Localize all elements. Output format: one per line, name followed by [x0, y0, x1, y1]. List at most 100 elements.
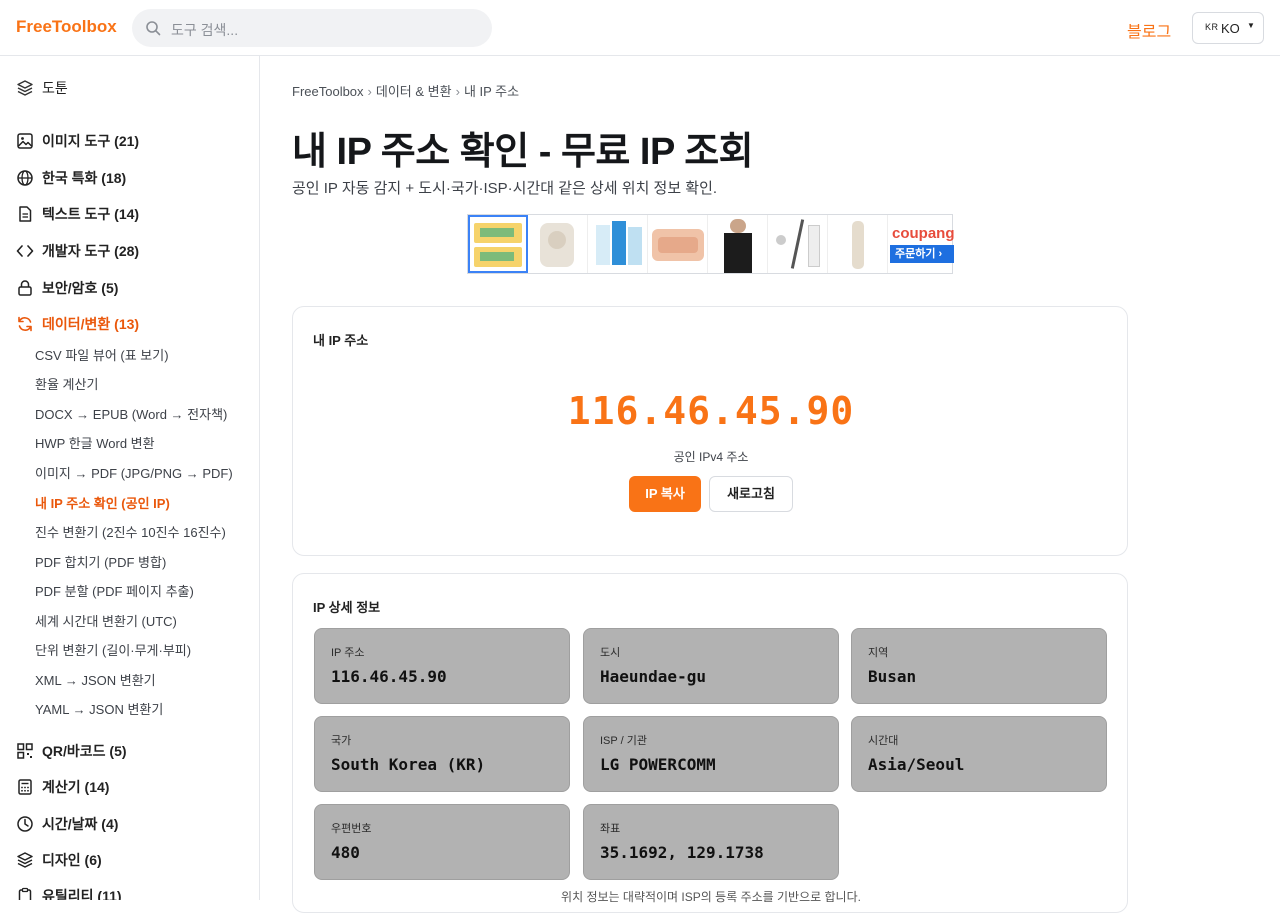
ip-address-display: 116.46.45.90 [567, 389, 855, 433]
detail-value: 480 [331, 843, 360, 862]
detail-value: 116.46.45.90 [331, 667, 447, 686]
sidebar-subitem[interactable]: HWP 한글 Word 변환 [35, 434, 155, 454]
breadcrumb-separator: › [367, 84, 372, 99]
search-input[interactable]: 도구 검색... [132, 9, 492, 47]
breadcrumb-link[interactable]: 데이터 & 변환 [376, 84, 452, 99]
language-selector[interactable]: KR KO ▼ [1192, 12, 1264, 44]
detail-tile-coordinates: 좌표 35.1692, 129.1738 [583, 804, 839, 880]
detail-label: 우편번호 [331, 823, 372, 835]
breadcrumb-link[interactable]: FreeToolbox [292, 84, 364, 99]
sidebar-item-image-tools[interactable]: 이미지 도구 (21) [16, 130, 139, 152]
sidebar-item-korea[interactable]: 한국 특화 (18) [16, 167, 126, 189]
sidebar-item-label: 도툰 [42, 80, 68, 96]
sidebar-subitem-active[interactable]: 내 IP 주소 확인 (공인 IP) [35, 494, 170, 514]
chevron-down-icon: ▼ [1247, 21, 1255, 30]
sidebar-item-label: 유틸리티 (11) [42, 888, 122, 900]
top-header: FreeToolbox 도구 검색... 블로그 KR KO ▼ [0, 0, 1280, 56]
sidebar-item-label: 이미지 도구 (21) [42, 133, 140, 149]
sidebar-subitem[interactable]: XML → JSON 변환기 [35, 671, 156, 691]
detail-label: 좌표 [600, 823, 621, 835]
ad-product-image[interactable] [648, 215, 708, 273]
detail-tile-ip: IP 주소 116.46.45.90 [314, 628, 570, 704]
sidebar-subitem[interactable]: 이미지 → PDF (JPG/PNG → PDF) [35, 464, 233, 484]
sidebar-subitem[interactable]: YAML → JSON 변환기 [35, 700, 163, 720]
sidebar-item-label: QR/바코드 (5) [42, 743, 127, 759]
flag-icon: KR [1205, 22, 1219, 32]
sidebar: 도툰 이미지 도구 (21) 한국 특화 (18) 텍스트 도구 (14) 개발… [0, 56, 260, 900]
detail-label: 시간대 [868, 735, 899, 747]
sidebar-subitem[interactable]: 환율 계산기 [35, 375, 98, 395]
layers-icon [17, 80, 33, 96]
sidebar-item-label: 한국 특화 (18) [42, 170, 127, 186]
ad-product-image[interactable] [708, 215, 768, 273]
calculator-icon [18, 779, 32, 795]
detail-label: IP 주소 [331, 647, 365, 659]
sidebar-item-utility[interactable]: 유틸리티 (11) [16, 885, 122, 900]
sidebar-item-label: 보안/암호 (5) [42, 280, 119, 296]
sidebar-item-label: 개발자 도구 (28) [42, 243, 140, 259]
breadcrumb-current: 내 IP 주소 [463, 84, 520, 99]
detail-value: Asia/Seoul [868, 755, 965, 774]
ad-order-button[interactable]: 주문하기 › [890, 245, 954, 263]
sidebar-subitem[interactable]: 단위 변환기 (길이·무게·부피) [35, 641, 191, 661]
site-logo[interactable]: FreeToolbox [16, 17, 117, 37]
sidebar-subitem[interactable]: PDF 분할 (PDF 페이지 추출) [35, 582, 194, 602]
detail-label: ISP / 기관 [600, 735, 647, 747]
detail-tile-country: 국가 South Korea (KR) [314, 716, 570, 792]
ip-detail-card: IP 상세 정보 IP 주소 116.46.45.90 도시 Haeundae-… [292, 573, 1128, 913]
sidebar-subitem[interactable]: DOCX → EPUB (Word → 전자책) [35, 405, 227, 425]
ad-product-image[interactable] [588, 215, 648, 273]
detail-tile-isp: ISP / 기관 LG POWERCOMM [583, 716, 839, 792]
sidebar-item-security[interactable]: 보안/암호 (5) [16, 277, 118, 299]
sidebar-subitem[interactable]: 세계 시간대 변환기 (UTC) [35, 612, 177, 632]
refresh-button[interactable]: 새로고침 [709, 476, 793, 512]
image-icon [17, 133, 33, 149]
detail-tile-city: 도시 Haeundae-gu [583, 628, 839, 704]
search-icon [146, 21, 161, 36]
sidebar-item-data-convert[interactable]: 데이터/변환 (13) [16, 313, 139, 335]
sidebar-item-label: 디자인 (6) [42, 852, 102, 868]
ad-product-image[interactable] [768, 215, 828, 273]
sidebar-subitem[interactable]: PDF 합치기 (PDF 병합) [35, 553, 166, 573]
qr-icon [17, 743, 33, 759]
sidebar-item-datetime[interactable]: 시간/날짜 (4) [16, 813, 118, 835]
code-icon [16, 245, 34, 257]
ad-banner[interactable]: coupang 주문하기 › [467, 214, 955, 274]
ad-product-image[interactable] [468, 215, 528, 273]
detail-label: 국가 [331, 735, 352, 747]
detail-value: LG POWERCOMM [600, 755, 716, 774]
sidebar-item-qr[interactable]: QR/바코드 (5) [16, 740, 127, 762]
page-title: 내 IP 주소 확인 - 무료 IP 조회 [292, 131, 754, 173]
ad-product-image[interactable] [828, 215, 888, 273]
ip-card: 내 IP 주소 116.46.45.90 공인 IPv4 주소 IP 복사 새로… [292, 306, 1128, 556]
layers-icon [17, 852, 33, 868]
sidebar-subitem[interactable]: 진수 변환기 (2진수 10진수 16진수) [35, 523, 226, 543]
card-title: IP 상세 정보 [313, 600, 381, 615]
clipboard-icon [18, 887, 32, 900]
detail-tile-region: 지역 Busan [851, 628, 1107, 704]
sidebar-item-label: 계산기 (14) [42, 779, 110, 795]
sidebar-item-label: 시간/날짜 (4) [42, 816, 119, 832]
breadcrumb-separator: › [455, 84, 460, 99]
sidebar-item-text-tools[interactable]: 텍스트 도구 (14) [16, 203, 139, 225]
sidebar-item-dev-tools[interactable]: 개발자 도구 (28) [16, 240, 139, 262]
breadcrumb: FreeToolbox › 데이터 & 변환 › 내 IP 주소 [292, 81, 519, 100]
sidebar-item-label: 텍스트 도구 (14) [42, 206, 140, 222]
ad-brand[interactable]: coupang 주문하기 › [888, 215, 955, 273]
ad-product-image[interactable] [528, 215, 588, 273]
detail-value: Haeundae-gu [600, 667, 706, 686]
lock-icon [18, 280, 32, 296]
clock-icon [17, 816, 33, 832]
globe-icon [17, 170, 33, 186]
detail-tile-postal: 우편번호 480 [314, 804, 570, 880]
sidebar-item-design[interactable]: 디자인 (6) [16, 849, 102, 871]
blog-link[interactable]: 블로그 [1127, 18, 1171, 42]
card-title: 내 IP 주소 [313, 333, 369, 348]
sidebar-subitem[interactable]: CSV 파일 뷰어 (표 보기) [35, 346, 169, 366]
detail-label: 지역 [868, 647, 889, 659]
sidebar-item-calculator[interactable]: 계산기 (14) [16, 776, 109, 798]
sidebar-item-home[interactable]: 도툰 [16, 77, 68, 99]
detail-tile-timezone: 시간대 Asia/Seoul [851, 716, 1107, 792]
copy-ip-button[interactable]: IP 복사 [629, 476, 701, 512]
location-note: 위치 정보는 대략적이며 ISP의 등록 주소를 기반으로 합니다. [561, 890, 861, 904]
